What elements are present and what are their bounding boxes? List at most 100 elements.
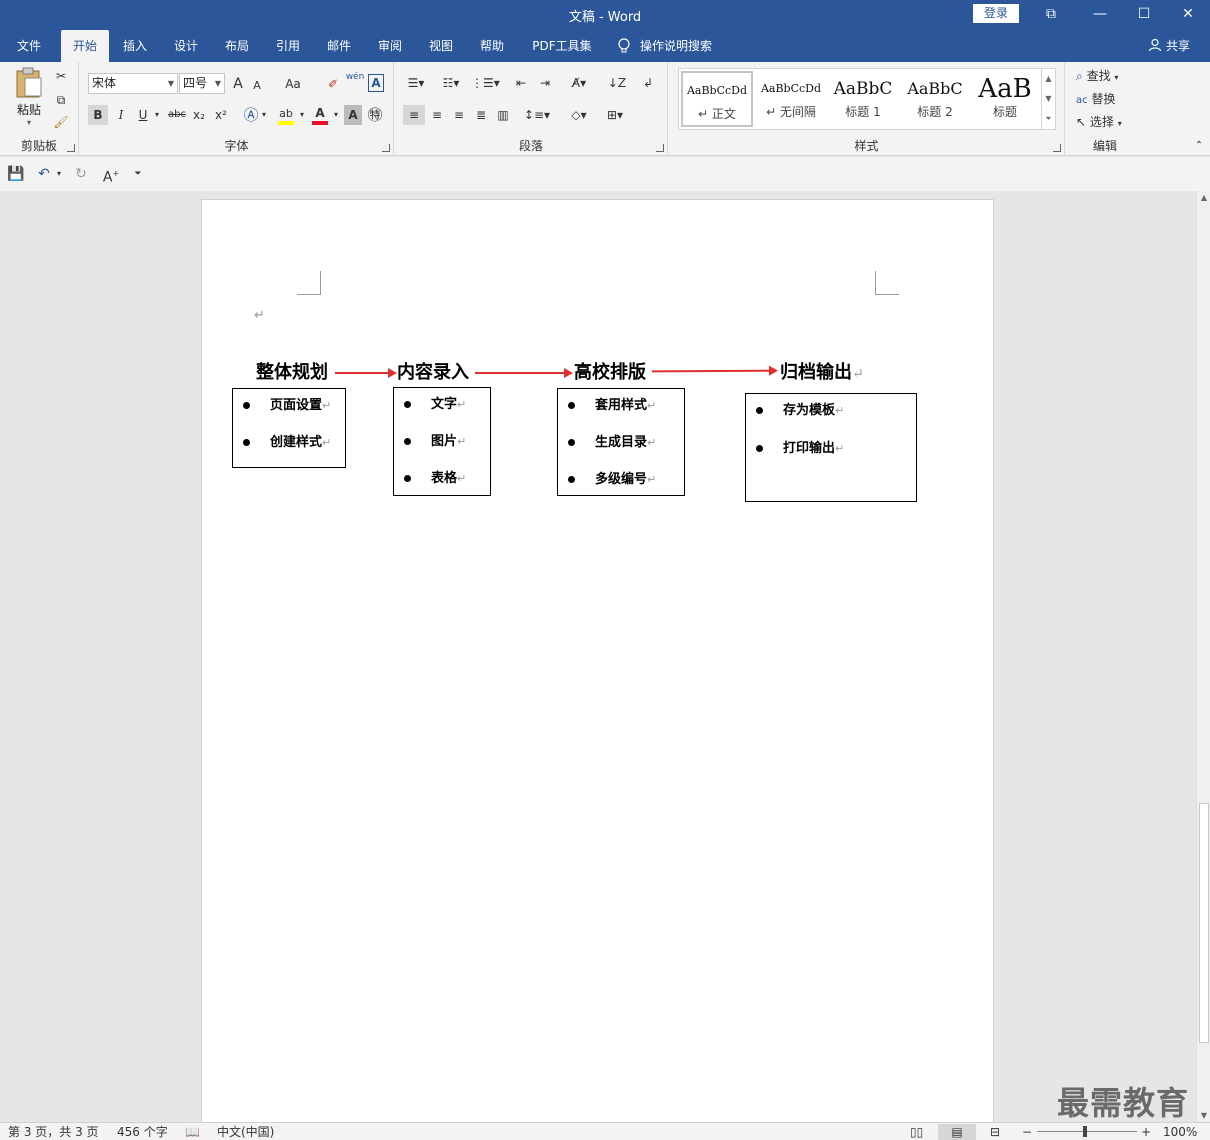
align-right-icon[interactable]: ≡ bbox=[449, 105, 469, 125]
ribbon-display-options-icon[interactable]: ⧉ bbox=[1029, 0, 1073, 30]
page-count[interactable]: 第 3 页，共 3 页 bbox=[8, 1124, 99, 1140]
font-color-dropdown-icon[interactable]: ▾ bbox=[332, 105, 340, 125]
phonetic-guide-icon[interactable]: wén bbox=[344, 72, 366, 92]
document-page[interactable]: ↵ 整体规划 内容录入 高校排版 归档输出↵ 页面设置↵ 创建样式↵ 文字↵ 图… bbox=[201, 199, 994, 1122]
scroll-thumb[interactable] bbox=[1199, 803, 1209, 1043]
character-shading-icon[interactable]: A bbox=[344, 105, 362, 125]
step-title-2[interactable]: 内容录入 bbox=[397, 358, 469, 384]
paste-dropdown-icon[interactable]: ▾ bbox=[12, 118, 46, 127]
login-button[interactable]: 登录 bbox=[973, 4, 1019, 23]
grow-font-icon[interactable]: A bbox=[230, 74, 246, 94]
tab-insert[interactable]: 插入 bbox=[113, 30, 157, 62]
paste-button[interactable]: 粘贴 ▾ bbox=[12, 66, 46, 127]
show-formatting-marks-icon[interactable]: ↲ bbox=[639, 73, 657, 93]
tab-references[interactable]: 引用 bbox=[266, 30, 310, 62]
font-size-select[interactable]: 四号 ▼ bbox=[179, 73, 225, 94]
step-title-1[interactable]: 整体规划 bbox=[256, 358, 328, 384]
align-left-icon[interactable]: ≡ bbox=[403, 105, 425, 125]
enclose-characters-icon[interactable]: ㊕ bbox=[366, 105, 384, 125]
tell-me-search[interactable]: 操作说明搜索 bbox=[616, 30, 726, 62]
tab-mailings[interactable]: 邮件 bbox=[317, 30, 361, 62]
font-launcher-icon[interactable] bbox=[382, 144, 390, 152]
style-title[interactable]: AaB 标题 bbox=[971, 71, 1039, 127]
undo-dropdown-icon[interactable]: ▾ bbox=[54, 164, 64, 184]
shading-icon[interactable]: ◇▾ bbox=[565, 105, 593, 125]
clipboard-launcher-icon[interactable] bbox=[67, 144, 75, 152]
increase-font-size-icon[interactable]: A+ bbox=[102, 164, 120, 186]
style-heading-2[interactable]: AaBbC 标题 2 bbox=[899, 71, 971, 127]
web-layout-icon[interactable]: ⊟ bbox=[990, 1124, 1000, 1140]
proofing-icon[interactable]: 📖 bbox=[185, 1124, 200, 1140]
line-spacing-icon[interactable]: ↕≡▾ bbox=[523, 105, 551, 125]
italic-button[interactable]: I bbox=[112, 105, 130, 125]
text-effects-dropdown-icon[interactable]: ▾ bbox=[260, 105, 268, 125]
style-normal[interactable]: AaBbCcDd ↵ 正文 bbox=[681, 71, 753, 127]
change-case-icon[interactable]: Aa bbox=[278, 74, 308, 94]
close-button[interactable]: ✕ bbox=[1166, 0, 1210, 30]
maximize-button[interactable]: ☐ bbox=[1122, 0, 1166, 30]
step-box-1[interactable]: 页面设置↵ 创建样式↵ bbox=[232, 388, 346, 468]
subscript-button[interactable]: x₂ bbox=[190, 105, 208, 125]
scroll-down-icon[interactable]: ▼ bbox=[1197, 1111, 1210, 1120]
tab-home[interactable]: 开始 bbox=[61, 30, 109, 62]
step-title-3[interactable]: 高校排版 bbox=[574, 358, 646, 384]
align-center-icon[interactable]: ≡ bbox=[427, 105, 447, 125]
replace-button[interactable]: ac 替换 bbox=[1076, 89, 1140, 109]
distributed-icon[interactable]: ▥ bbox=[493, 105, 513, 125]
increase-indent-icon[interactable]: ⇥ bbox=[535, 73, 555, 93]
tab-pdf-tools[interactable]: PDF工具集 bbox=[526, 30, 598, 62]
numbering-icon[interactable]: ☷▾ bbox=[437, 73, 465, 93]
scroll-down-icon[interactable]: ▼ bbox=[1042, 89, 1055, 109]
tab-layout[interactable]: 布局 bbox=[215, 30, 259, 62]
save-icon[interactable]: 💾 bbox=[7, 164, 25, 184]
borders-icon[interactable]: ⊞▾ bbox=[601, 105, 629, 125]
select-button[interactable]: ↖ 选择 ▾ bbox=[1076, 112, 1140, 132]
strikethrough-button[interactable]: abc bbox=[166, 105, 188, 125]
zoom-slider-thumb[interactable] bbox=[1083, 1126, 1087, 1137]
clear-formatting-icon[interactable]: ✐ bbox=[324, 74, 342, 94]
text-effects-icon[interactable]: Ⓐ bbox=[242, 105, 260, 125]
shrink-font-icon[interactable]: A bbox=[250, 76, 264, 96]
font-color-icon[interactable]: A bbox=[310, 103, 330, 125]
style-heading-1[interactable]: AaBbC 标题 1 bbox=[827, 71, 899, 127]
styles-gallery-scroll[interactable]: ▲ ▼ ⏷ bbox=[1041, 69, 1055, 129]
justify-icon[interactable]: ≣ bbox=[471, 105, 491, 125]
zoom-level[interactable]: 100% bbox=[1163, 1124, 1197, 1140]
paragraph-launcher-icon[interactable] bbox=[656, 144, 664, 152]
tab-view[interactable]: 视图 bbox=[419, 30, 463, 62]
zoom-out-button[interactable]: − bbox=[1022, 1124, 1032, 1140]
step-box-3[interactable]: 套用样式↵ 生成目录↵ 多级编号↵ bbox=[557, 388, 685, 496]
read-mode-icon[interactable]: ▯▯ bbox=[910, 1124, 923, 1140]
undo-icon[interactable]: ↶ bbox=[34, 164, 54, 184]
collapse-ribbon-icon[interactable]: ⌃ bbox=[1192, 136, 1206, 156]
print-layout-icon[interactable]: ▤ bbox=[938, 1124, 976, 1140]
character-border-icon[interactable]: A bbox=[368, 74, 384, 92]
styles-launcher-icon[interactable] bbox=[1053, 144, 1061, 152]
multilevel-list-icon[interactable]: ⋮☰▾ bbox=[471, 73, 500, 93]
format-painter-icon[interactable]: 🖌 bbox=[52, 112, 70, 132]
vertical-scrollbar[interactable]: ▲ ▼ bbox=[1196, 191, 1210, 1122]
style-no-spacing[interactable]: AaBbCcDd ↵ 无间隔 bbox=[755, 71, 827, 127]
more-styles-icon[interactable]: ⏷ bbox=[1042, 109, 1055, 129]
highlight-color-icon[interactable]: ab bbox=[276, 103, 296, 125]
step-title-4[interactable]: 归档输出↵ bbox=[780, 358, 864, 384]
bullets-icon[interactable]: ☰▾ bbox=[403, 73, 429, 93]
tab-file[interactable]: 文件 bbox=[8, 30, 50, 62]
tab-help[interactable]: 帮助 bbox=[470, 30, 514, 62]
bold-button[interactable]: B bbox=[88, 105, 108, 125]
tab-review[interactable]: 审阅 bbox=[368, 30, 412, 62]
zoom-slider[interactable] bbox=[1037, 1131, 1137, 1132]
underline-button[interactable]: U bbox=[134, 105, 152, 125]
step-box-2[interactable]: 文字↵ 图片↵ 表格↵ bbox=[393, 387, 491, 496]
redo-icon[interactable]: ↻ bbox=[72, 164, 90, 184]
chinese-layout-icon[interactable]: A̸▾ bbox=[565, 73, 593, 93]
word-count[interactable]: 456 个字 bbox=[117, 1124, 168, 1140]
scroll-up-icon[interactable]: ▲ bbox=[1042, 69, 1055, 89]
decrease-indent-icon[interactable]: ⇤ bbox=[511, 73, 531, 93]
tab-design[interactable]: 设计 bbox=[164, 30, 208, 62]
step-box-4[interactable]: 存为模板↵ 打印输出↵ bbox=[745, 393, 917, 502]
scroll-up-icon[interactable]: ▲ bbox=[1197, 193, 1210, 202]
font-name-select[interactable]: 宋体 ▼ bbox=[88, 73, 178, 94]
find-button[interactable]: ⌕ 查找 ▾ bbox=[1076, 66, 1140, 86]
sort-icon[interactable]: ↓Z bbox=[607, 73, 627, 93]
